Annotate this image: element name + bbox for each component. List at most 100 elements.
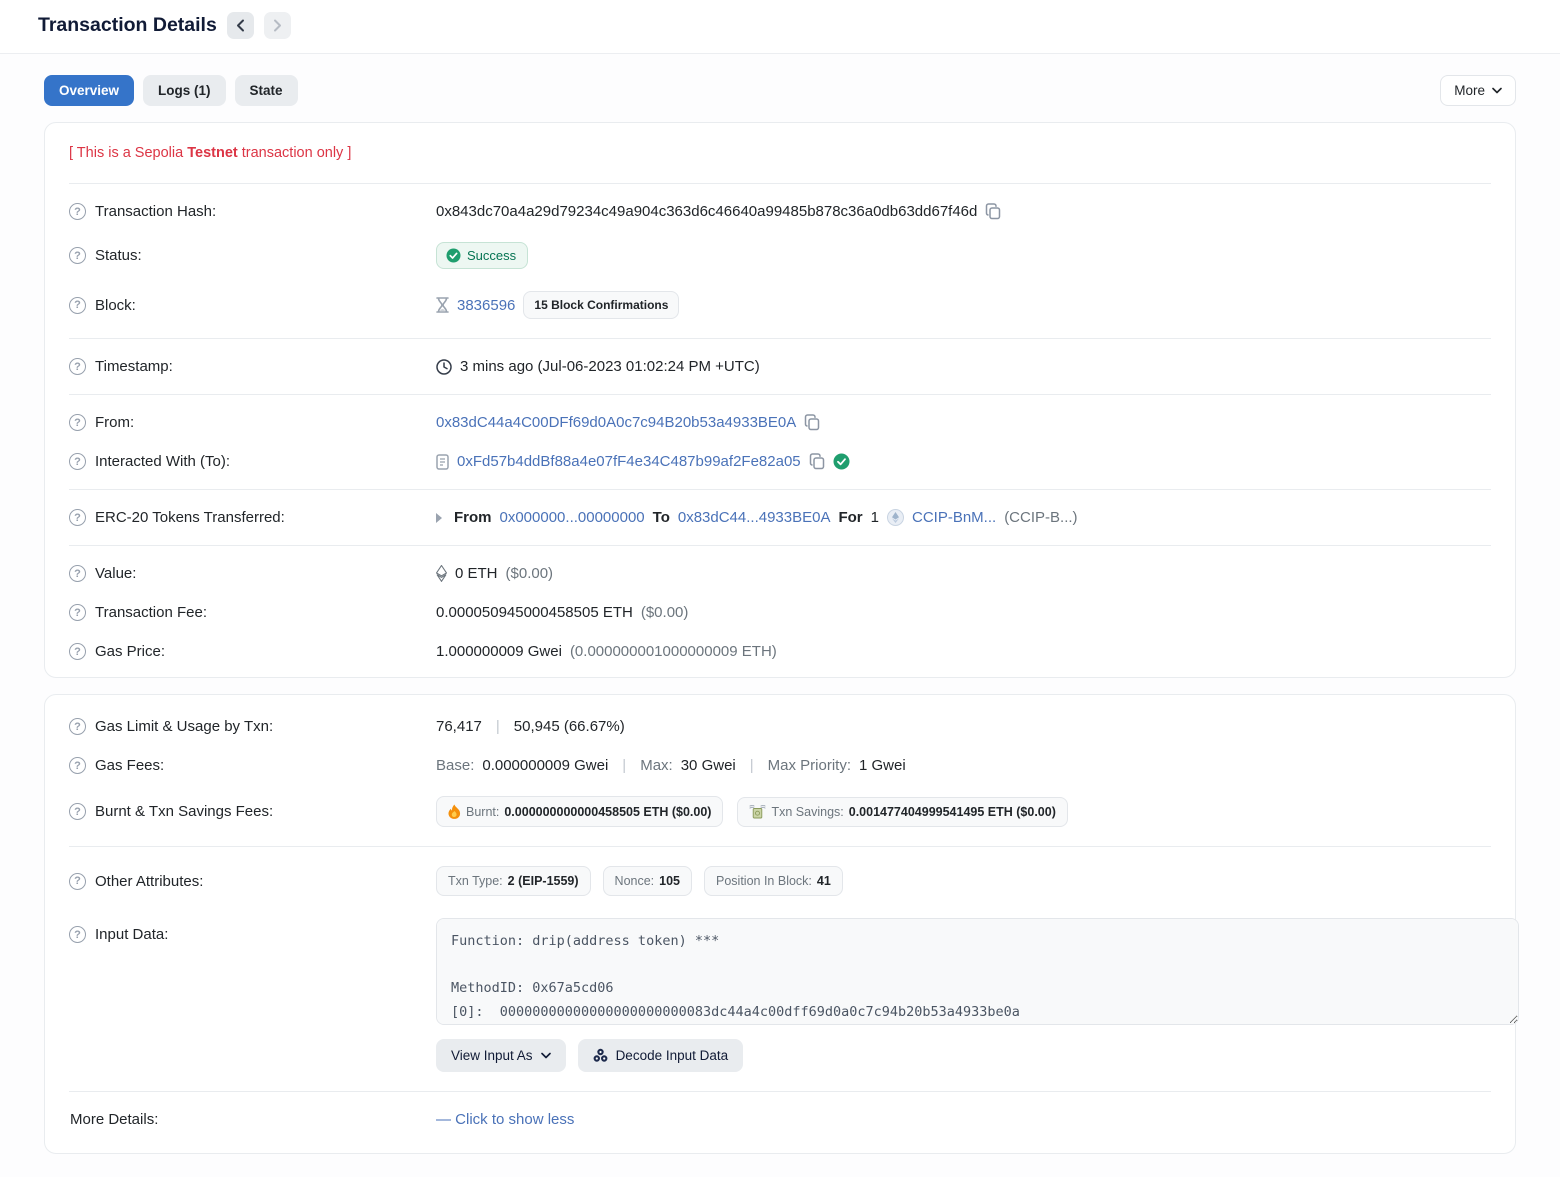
burnt-savings-label: Burnt & Txn Savings Fees: (95, 803, 273, 820)
value-row: ? Value: 0 ETH ($0.00) (69, 554, 1491, 593)
tab-logs[interactable]: Logs (1) (143, 75, 226, 106)
fire-icon (448, 804, 461, 819)
contract-document-icon (436, 454, 449, 470)
expand-caret-icon[interactable] (436, 513, 442, 523)
burnt-fee-value: 0.000000000000458505 ETH ($0.00) (504, 805, 711, 819)
divider (69, 394, 1491, 395)
gas-fees-row: ? Gas Fees: Base: 0.000000009 Gwei | Max… (69, 746, 1491, 785)
transaction-hash-label: Transaction Hash: (95, 203, 216, 220)
token-name-link[interactable]: CCIP-BnM... (912, 509, 996, 526)
transaction-fee-amount: 0.000050945000458505 ETH (436, 604, 633, 621)
block-number-link[interactable]: 3836596 (457, 297, 515, 314)
gas-limit-row: ? Gas Limit & Usage by Txn: 76,417 | 50,… (69, 707, 1491, 746)
help-icon[interactable]: ? (69, 414, 86, 431)
help-icon[interactable]: ? (69, 358, 86, 375)
view-input-as-button[interactable]: View Input As (436, 1039, 566, 1072)
copy-icon (804, 414, 820, 431)
copy-from-address-button[interactable] (804, 414, 820, 431)
erc20-to-label: To (653, 509, 670, 526)
transaction-fee-row: ? Transaction Fee: 0.000050945000458505 … (69, 593, 1491, 632)
help-icon[interactable]: ? (69, 643, 86, 660)
tab-list: Overview Logs (1) State (44, 75, 298, 106)
help-icon[interactable]: ? (69, 453, 86, 470)
value-label: Value: (95, 565, 136, 582)
nonce-badge: Nonce: 105 (603, 866, 692, 896)
help-icon[interactable]: ? (69, 203, 86, 220)
burnt-savings-row: ? Burnt & Txn Savings Fees: Burnt: 0.000… (69, 785, 1491, 838)
status-row: ? Status: Success (69, 231, 1491, 280)
help-icon[interactable]: ? (69, 604, 86, 621)
next-transaction-button[interactable] (264, 12, 291, 39)
copy-to-address-button[interactable] (809, 453, 825, 470)
testnet-warning: [ This is a Sepolia Testnet transaction … (69, 129, 1491, 175)
help-icon[interactable]: ? (69, 509, 86, 526)
from-label: From: (95, 414, 134, 431)
burnt-fee-label: Burnt: (466, 805, 499, 819)
clock-icon (436, 359, 452, 375)
help-icon[interactable]: ? (69, 757, 86, 774)
details-card: ? Gas Limit & Usage by Txn: 76,417 | 50,… (44, 694, 1516, 1154)
warning-prefix: [ This is a Sepolia (69, 145, 187, 161)
txn-savings-value: 0.001477404999541495 ETH ($0.00) (849, 805, 1056, 819)
input-data-textarea[interactable]: Function: drip(address token) *** Method… (436, 918, 1519, 1025)
base-fee-label: Base: (436, 757, 474, 774)
erc20-to-address-link[interactable]: 0x83dC44...4933BE0A (678, 509, 831, 526)
erc20-from-address-link[interactable]: 0x000000...00000000 (500, 509, 645, 526)
token-symbol: (CCIP-B...) (1004, 509, 1077, 526)
erc20-transfers-label: ERC-20 Tokens Transferred: (95, 509, 285, 526)
from-address-link[interactable]: 0x83dC44a4C00DFf69d0A0c7c94B20b53a4933BE… (436, 414, 796, 431)
decode-input-data-label: Decode Input Data (616, 1048, 729, 1063)
help-icon[interactable]: ? (69, 873, 86, 890)
more-dropdown-button[interactable]: More (1440, 75, 1516, 106)
decode-input-data-button[interactable]: Decode Input Data (578, 1039, 744, 1072)
prev-transaction-button[interactable] (227, 12, 254, 39)
separator: | (490, 718, 506, 735)
view-input-as-label: View Input As (451, 1048, 533, 1063)
timestamp-row: ? Timestamp: 3 mins ago (Jul-06-2023 01:… (69, 347, 1491, 386)
erc20-transfers-row: ? ERC-20 Tokens Transferred: From 0x0000… (69, 498, 1491, 537)
interacted-with-row: ? Interacted With (To): 0xFd57b4ddBf88a4… (69, 442, 1491, 481)
gas-fees-label: Gas Fees: (95, 757, 164, 774)
divider (69, 1091, 1491, 1092)
tabs-row: Overview Logs (1) State More (0, 54, 1560, 106)
separator: | (744, 757, 760, 774)
gas-limit-value: 76,417 (436, 718, 482, 735)
max-priority-fee-value: 1 Gwei (859, 757, 906, 774)
to-address-link[interactable]: 0xFd57b4ddBf88a4e07fF4e34C487b99af2Fe82a… (457, 453, 801, 470)
max-fee-label: Max: (640, 757, 673, 774)
divider (69, 183, 1491, 184)
chevron-left-icon (236, 19, 245, 32)
erc20-for-label: For (838, 509, 862, 526)
erc20-from-label: From (454, 509, 492, 526)
help-icon[interactable]: ? (69, 297, 86, 314)
warning-suffix: transaction only ] (238, 145, 352, 161)
txn-type-badge: Txn Type: 2 (EIP-1559) (436, 866, 591, 896)
page-header: Transaction Details (0, 0, 1560, 54)
verified-contract-check-icon (833, 453, 850, 470)
divider (69, 846, 1491, 847)
divider (69, 338, 1491, 339)
status-badge: Success (436, 242, 528, 269)
hourglass-icon (436, 297, 449, 313)
help-icon[interactable]: ? (69, 926, 86, 943)
copy-hash-button[interactable] (985, 203, 1001, 220)
position-in-block-value: 41 (817, 874, 831, 888)
click-to-show-less-link[interactable]: — Click to show less (436, 1111, 574, 1128)
divider (69, 489, 1491, 490)
interacted-with-label: Interacted With (To): (95, 453, 230, 470)
tab-state[interactable]: State (235, 75, 298, 106)
check-circle-icon (446, 248, 461, 263)
help-icon[interactable]: ? (69, 247, 86, 264)
burnt-fee-badge: Burnt: 0.000000000000458505 ETH ($0.00) (436, 796, 723, 827)
base-fee-value: 0.000000009 Gwei (482, 757, 608, 774)
other-attributes-label: Other Attributes: (95, 873, 203, 890)
timestamp-value: 3 mins ago (Jul-06-2023 01:02:24 PM +UTC… (460, 358, 760, 375)
other-attributes-row: ? Other Attributes: Txn Type: 2 (EIP-155… (69, 855, 1491, 907)
help-icon[interactable]: ? (69, 565, 86, 582)
timestamp-label: Timestamp: (95, 358, 173, 375)
help-icon[interactable]: ? (69, 803, 86, 820)
help-icon[interactable]: ? (69, 718, 86, 735)
position-in-block-badge: Position In Block: 41 (704, 866, 843, 896)
tab-overview[interactable]: Overview (44, 75, 134, 106)
status-value: Success (467, 248, 516, 263)
